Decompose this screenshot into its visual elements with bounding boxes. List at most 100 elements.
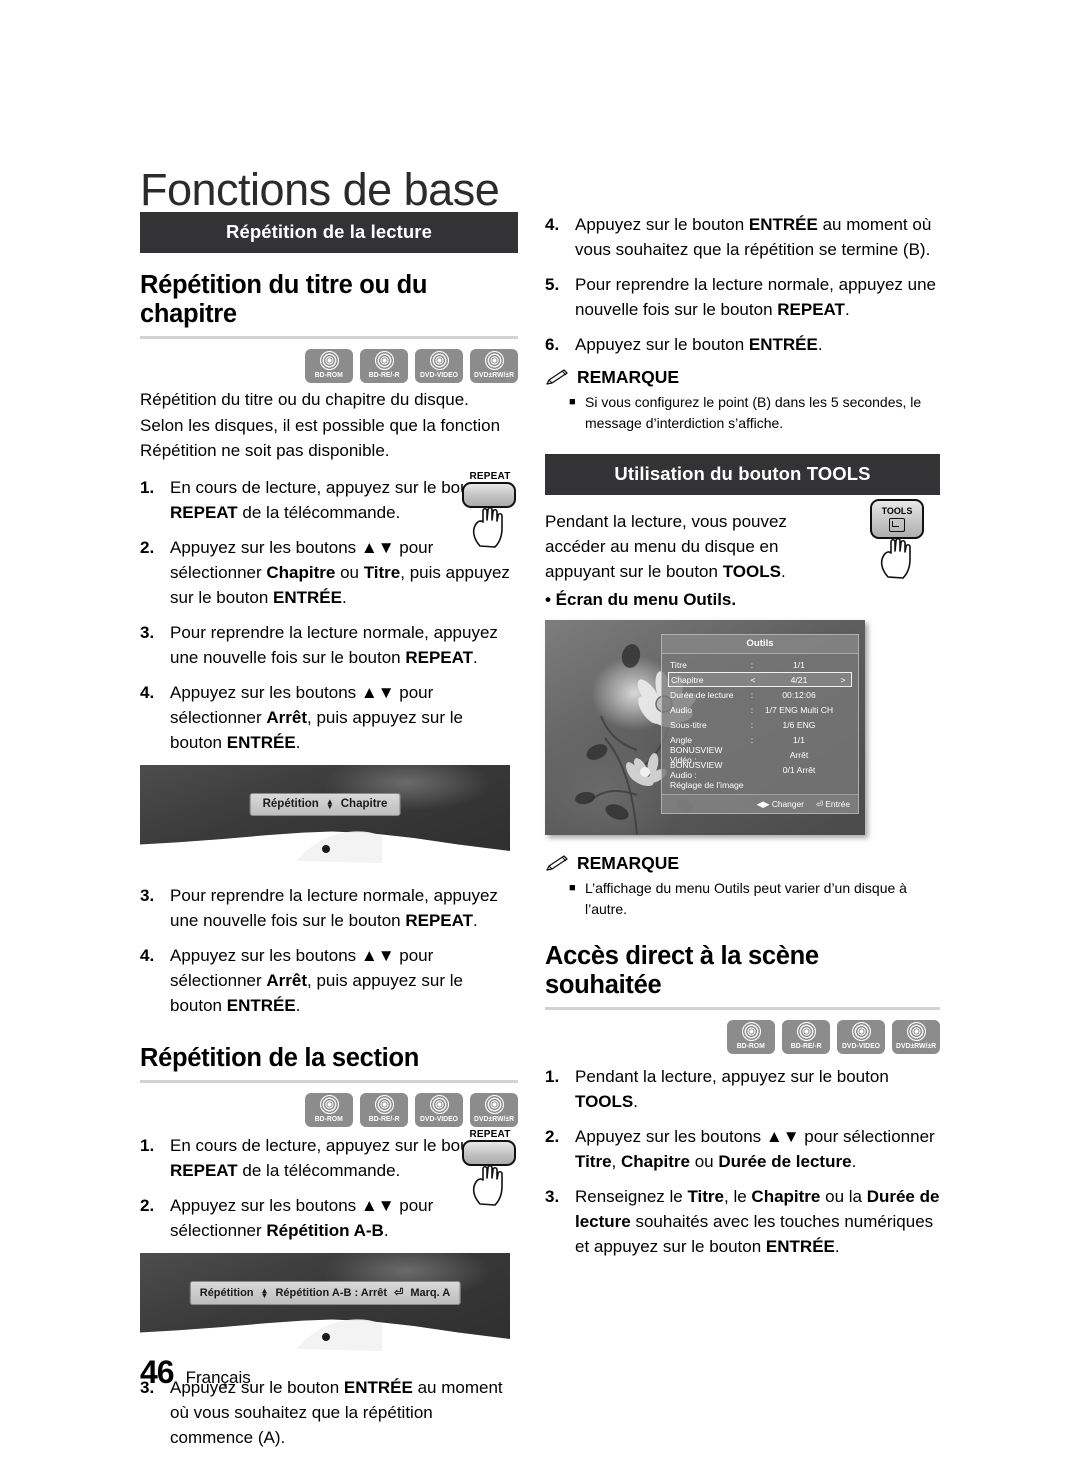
tools-menu-row-value: Arrêt — [789, 749, 809, 760]
disc-label: DVD±RW/±R — [895, 1041, 936, 1050]
remote-tools-button-illustration: TOOLS — [870, 499, 926, 584]
disc-glyph-icon — [319, 351, 339, 370]
pencil-icon — [546, 368, 568, 385]
step-text: Pour reprendre la lecture normale, appuy… — [170, 623, 498, 667]
note-heading-label: REMARQUE — [577, 367, 680, 387]
tools-menu-row[interactable]: Chapitre <4/21 > — [668, 672, 852, 687]
step-item: 2. Appuyez sur les boutons ▲▼ pour sélect… — [545, 1124, 940, 1174]
square-bullet-icon: ■ — [569, 882, 576, 894]
tools-menu-row-value: 1/6 ENG — [782, 719, 816, 730]
osd-bar-2: Répétition ▲ ▼ Répétition A-B : Arrêt ⏎ M… — [189, 1281, 461, 1305]
emphasis: ENTRÉE — [765, 1237, 835, 1256]
step-number: 3. — [140, 886, 155, 905]
note-heading-2: REMARQUE — [545, 853, 940, 874]
heading-repetition-section: Répétition de la section — [140, 1044, 518, 1083]
tools-key-glyph-icon — [889, 518, 905, 532]
disc-label: BD-RE/-R — [368, 1114, 400, 1123]
emphasis: ENTRÉE — [343, 1378, 413, 1397]
tools-menu-hint-label: Changer — [771, 799, 804, 809]
tools-menu-row[interactable]: Audio:1/7 ENG Multi CH — [668, 702, 852, 717]
pencil-icon — [546, 854, 568, 871]
emphasis: REPEAT — [170, 503, 238, 522]
osd-screenshot-repetition-chapitre: Répétition ▲ ▼ Chapitre — [140, 765, 510, 865]
emphasis: ENTRÉE — [226, 733, 296, 752]
disc-icon-dvd-video: DVD-VIDEO — [415, 1093, 463, 1127]
square-bullet-icon: ■ — [569, 396, 576, 408]
steps-right-top: 4. Appuyez sur le bouton ENTRÉE au moment… — [545, 212, 940, 357]
emphasis: TOOLS — [575, 1092, 634, 1111]
disc-glyph-icon — [851, 1022, 871, 1041]
tools-menu-row-label: Angle — [670, 734, 692, 745]
note-item: ■ L’affichage du menu Outils peut varier … — [569, 878, 940, 920]
osd-value: Répétition A-B : Arrêt — [275, 1286, 388, 1299]
disc-label: DVD-VIDEO — [420, 370, 458, 379]
disc-glyph-icon — [429, 351, 449, 370]
emphasis: Chapitre — [266, 563, 336, 582]
emphasis: REPEAT — [405, 911, 474, 930]
steps-right-bottom: 1. Pendant la lecture, appuyez sur le bou… — [545, 1064, 940, 1259]
tools-menu-row-separator: : — [750, 719, 754, 730]
tools-menu-row[interactable]: Titre: 1/1 — [668, 657, 852, 672]
step-number: 6. — [545, 335, 560, 354]
step-text: Appuyez sur le bouton ENTRÉE. — [575, 335, 823, 354]
emphasis: Arrêt — [266, 971, 308, 990]
disc-label: DVD-VIDEO — [420, 1114, 458, 1123]
disc-icon-row-2: BD-ROM BD-RE/-R DVD-VIDEO DVD±RW/±R — [140, 1093, 518, 1127]
disc-glyph-icon — [429, 1095, 449, 1114]
disc-icon-dvd-rw-r: DVD±RW/±R — [892, 1020, 940, 1054]
step-text: Appuyez sur les boutons ▲▼ pour sélectio… — [170, 946, 463, 1015]
tools-menu-row-label: BONUSVIEW Audio : — [670, 759, 723, 780]
tools-menu-hint-icon: ⏎ — [815, 799, 823, 809]
tools-menu-row-value: 4/21 — [790, 674, 808, 685]
note-list-2: ■ L’affichage du menu Outils peut varier … — [545, 878, 940, 920]
disc-label: DVD-VIDEO — [842, 1041, 880, 1050]
tools-menu-hint: ⏎ Entrée — [816, 799, 850, 809]
emphasis: REPEAT — [170, 1161, 238, 1180]
osd-screenshot-repetition-ab: Répétition ▲ ▼ Répétition A-B : Arrêt ⏎ M… — [140, 1253, 510, 1353]
step-number: 4. — [140, 683, 155, 702]
tools-menu-row-label: Sous-titre — [670, 719, 707, 730]
osd-extra: Marq. A — [410, 1286, 451, 1299]
disc-glyph-icon — [374, 351, 394, 370]
disc-label: BD-RE/-R — [790, 1041, 822, 1050]
tools-menu-row[interactable]: Réglage de l’image — [668, 777, 852, 792]
disc-glyph-icon — [374, 1095, 394, 1114]
step-number: 5. — [545, 275, 560, 294]
disc-label: DVD±RW/±R — [473, 1114, 514, 1123]
disc-icon-row-1: BD-ROM BD-RE/-R DVD-VIDEO DVD±RW/±R — [140, 349, 518, 383]
tools-menu-title: Outils — [662, 635, 858, 654]
step-text: Appuyez sur les boutons ▲▼ pour sélectio… — [575, 1127, 935, 1171]
tools-menu-row[interactable]: BONUSVIEW Audio : 0/1 Arrêt — [668, 759, 852, 780]
disc-icon-bd-rom: BD-ROM — [305, 1093, 353, 1127]
tools-key-label: TOOLS — [881, 506, 913, 516]
note-item: ■ Si vous configurez le point (B) dans le… — [569, 392, 940, 434]
tools-menu-row-label: Durée de lecture — [670, 689, 734, 700]
disc-icon-dvd-video: DVD-VIDEO — [415, 349, 463, 383]
emphasis: Chapitre — [751, 1187, 821, 1206]
tools-menu-row[interactable]: Durée de lecture: 00:12:06 — [668, 687, 852, 702]
tools-menu-row-value: 00:12:06 — [782, 689, 816, 700]
remote-repeat-button-illustration-2: REPEAT — [462, 1129, 518, 1211]
tools-menu-row-value: 0/1 Arrêt — [782, 764, 816, 775]
bullet-ecran-menu-outils: • Écran du menu Outils. — [545, 590, 737, 609]
disc-glyph-icon — [484, 1095, 504, 1114]
repeat-key-label: REPEAT — [469, 471, 511, 482]
intro-paragraph-1: Répétition du titre ou du chapitre du di… — [140, 390, 469, 409]
tools-menu-panel: Outils Titre: 1/1 Chapitre <4/21 > Durée de l… — [661, 634, 859, 814]
heading-repetition-titre-chapitre: Répétition du titre ou du chapitre — [140, 271, 518, 339]
emphasis: ENTRÉE — [748, 335, 818, 354]
note-text: L’affichage du menu Outils peut varier d… — [585, 880, 907, 917]
tools-paragraph: Pendant la lecture, vous pouvez accéder … — [545, 512, 787, 581]
tools-menu-footer: ◀▶ Changer ⏎ Entrée — [662, 794, 858, 813]
step-item: 4. Appuyez sur les boutons ▲▼ pour sélect… — [140, 943, 518, 1018]
page-footer: 46 Français — [140, 1354, 251, 1391]
step-text: Appuyez sur les boutons ▲▼ pour sélectio… — [170, 683, 463, 752]
step-number: 3. — [545, 1187, 560, 1206]
osd-label: Répétition — [262, 798, 319, 810]
step-number: 4. — [140, 946, 155, 965]
tools-menu-hint-label: Entrée — [825, 799, 850, 809]
emphasis: ENTRÉE — [748, 215, 818, 234]
up-down-arrows-icon: ▲ ▼ — [260, 1285, 269, 1300]
tools-menu-row[interactable]: Sous-titre: 1/6 ENG — [668, 717, 852, 732]
step-number: 1. — [545, 1067, 560, 1086]
